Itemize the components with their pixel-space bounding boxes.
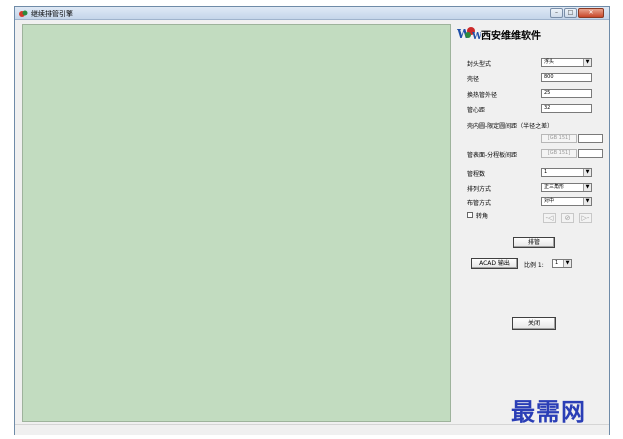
chevron-down-icon: ▼ (563, 260, 571, 267)
rotate-checkbox[interactable] (467, 212, 473, 218)
acad-export-button[interactable]: ACAD 输出 (471, 258, 518, 269)
pitch-label: 管心距 (467, 107, 486, 114)
scale-label: 比例 1: (524, 262, 544, 269)
gb-standard-button-2[interactable]: [GB 151] (541, 149, 577, 158)
tube-pass-gap-input[interactable] (578, 149, 603, 158)
no-entry-icon[interactable]: ⊘ (561, 213, 574, 223)
window-title: 继续排管引擎 (31, 10, 73, 18)
arrow-right-icon[interactable]: ▷- (579, 213, 592, 223)
head-type-label: 封头型式 (467, 61, 492, 68)
tube-pass-gap-label: 管表面-分程板间距 (467, 152, 518, 159)
head-type-value: 浮头 (544, 59, 555, 65)
tube-od-label: 换热管外径 (467, 92, 498, 99)
arrangement-value: 正三角形 (544, 184, 565, 190)
head-type-select[interactable]: 浮头 ▼ (541, 58, 592, 67)
chevron-down-icon: ▼ (583, 169, 591, 176)
chevron-down-icon: ▼ (583, 198, 591, 205)
drawing-canvas[interactable] (22, 24, 451, 422)
layout-value: 对中 (544, 198, 555, 204)
arrangement-label: 排列方式 (467, 186, 492, 193)
chevron-down-icon: ▼ (583, 184, 591, 191)
watermark: 最需网 (511, 397, 586, 426)
scale-select[interactable]: 1 ▼ (552, 259, 572, 268)
pitch-input[interactable]: 32 (541, 104, 592, 113)
rotate-label: 转角 (476, 213, 489, 220)
layout-tubes-button[interactable]: 排管 (513, 237, 555, 248)
settings-panel: W W 西安维维软件 封头型式 浮头 ▼ 壳径 800 换热管外径 25 管心距… (455, 21, 605, 421)
inner-circle-gap-input[interactable] (578, 134, 603, 143)
maximize-button[interactable]: □ (564, 8, 577, 18)
layout-select[interactable]: 对中 ▼ (541, 197, 592, 206)
close-button[interactable]: 关闭 (512, 317, 556, 330)
svg-text:W: W (471, 32, 481, 41)
chevron-down-icon: ▼ (583, 59, 591, 66)
brand-logo-icon: W W (457, 27, 481, 41)
title-bar: 继续排管引擎 – □ ✕ (15, 7, 609, 20)
gb-standard-button-1[interactable]: [GB 151] (541, 134, 577, 143)
app-icon (19, 10, 28, 17)
shell-dia-label: 壳径 (467, 76, 480, 83)
passes-value: 1 (544, 169, 548, 175)
passes-select[interactable]: 1 ▼ (541, 168, 592, 177)
shell-dia-input[interactable]: 800 (541, 73, 592, 82)
app-window: 继续排管引擎 – □ ✕ W W 西安维维软件 封头型式 浮头 ▼ 壳径 800… (14, 6, 610, 435)
minimize-button[interactable]: – (550, 8, 563, 18)
arrow-left-icon[interactable]: -◁ (543, 213, 556, 223)
inner-circle-label: 壳内圆-限定圆间距（半径之差） (467, 123, 554, 130)
close-window-button[interactable]: ✕ (578, 8, 604, 18)
arrangement-select[interactable]: 正三角形 ▼ (541, 183, 592, 192)
layout-label: 布管方式 (467, 200, 492, 207)
tube-od-input[interactable]: 25 (541, 89, 592, 98)
scale-value: 1 (555, 260, 559, 266)
passes-label: 管程数 (467, 171, 486, 178)
brand-name: 西安维维软件 (481, 31, 541, 42)
